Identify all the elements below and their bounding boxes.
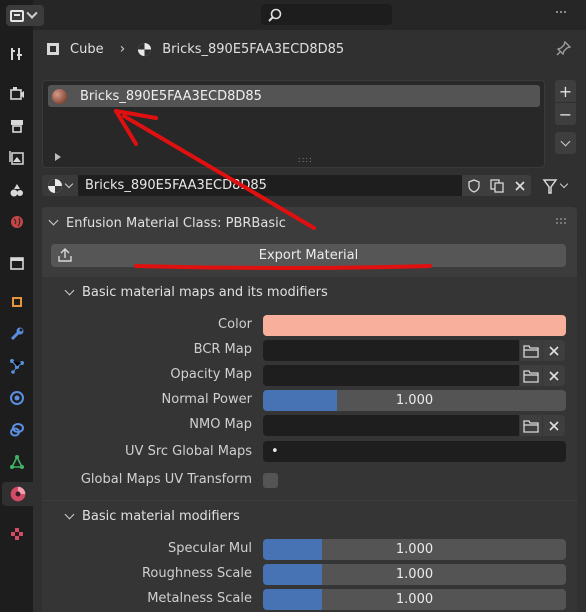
copy-icon xyxy=(489,178,504,193)
normal-power-label: Normal Power xyxy=(161,392,252,407)
search-icon xyxy=(268,8,282,22)
material-slot-item[interactable]: Bricks_890E5FAA3ECD8D85 xyxy=(48,85,540,107)
metalness-scale-label: Metalness Scale xyxy=(147,591,252,606)
panel-header[interactable]: Enfusion Material Class: PBRBasic xyxy=(42,207,577,239)
chevron-down-icon xyxy=(560,136,571,146)
chevron-down-icon xyxy=(64,509,75,520)
unlink-material-button[interactable] xyxy=(508,175,531,196)
roughness-scale-label: Roughness Scale xyxy=(141,566,252,581)
properties-editor-icon xyxy=(10,9,24,22)
normal-power-value: 1.000 xyxy=(395,393,434,408)
specular-mul-value: 1.000 xyxy=(395,542,434,557)
panel-title: Enfusion Material Class: PBRBasic xyxy=(66,215,286,231)
normal-power-slider[interactable]: 1.000 xyxy=(263,390,566,411)
bcr-map-clear-button[interactable] xyxy=(543,340,565,361)
fake-user-button[interactable] xyxy=(462,175,485,196)
close-icon xyxy=(514,180,525,191)
specular-mul-label: Specular Mul xyxy=(167,541,252,556)
remove-slot-button[interactable]: − xyxy=(555,103,576,125)
nmo-map-clear-button[interactable] xyxy=(543,415,565,436)
export-material-label: Export Material xyxy=(258,248,359,263)
opacity-map-label: Opacity Map xyxy=(170,367,252,382)
nmo-map-label: NMO Map xyxy=(189,417,252,432)
maps-subpanel-title: Basic material maps and its modifiers xyxy=(82,284,328,300)
color-label: Color xyxy=(218,317,252,332)
material-icon xyxy=(138,42,152,56)
output-icon[interactable] xyxy=(5,114,29,138)
bcr-map-browse-button[interactable] xyxy=(520,340,542,361)
close-icon xyxy=(549,345,559,356)
material-slot-label: Bricks_890E5FAA3ECD8D85 xyxy=(80,88,262,104)
properties-tab-strip xyxy=(0,0,33,612)
render-icon[interactable] xyxy=(5,82,29,106)
object-icon xyxy=(47,43,59,55)
collection-icon[interactable] xyxy=(5,251,29,275)
metalness-scale-slider[interactable]: 1.000 xyxy=(263,589,566,610)
chevron-down-icon xyxy=(559,179,569,189)
color-swatch[interactable] xyxy=(263,315,566,336)
roughness-scale-slider[interactable]: 1.000 xyxy=(263,564,566,585)
folder-icon xyxy=(523,369,539,383)
add-slot-button[interactable]: + xyxy=(555,80,576,102)
breadcrumb-separator-icon: › xyxy=(119,41,126,57)
maps-subpanel-header[interactable]: Basic material maps and its modifiers xyxy=(42,277,577,307)
list-filter-expand-icon[interactable] xyxy=(55,153,61,161)
chevron-down-icon xyxy=(48,215,59,226)
chevron-down-icon xyxy=(26,7,38,19)
modifiers-subpanel-title: Basic material modifiers xyxy=(82,508,240,524)
bcr-map-field[interactable] xyxy=(263,340,519,361)
opacity-map-clear-button[interactable] xyxy=(543,365,565,386)
view-layer-icon[interactable] xyxy=(5,146,29,170)
opacity-map-browse-button[interactable] xyxy=(520,365,542,386)
node-socket-icon xyxy=(542,178,558,194)
browse-material-button[interactable] xyxy=(42,175,78,196)
uv-src-field[interactable]: • xyxy=(263,441,566,462)
node-link-button[interactable] xyxy=(541,175,577,196)
roughness-scale-value: 1.000 xyxy=(395,567,434,582)
uv-src-label: UV Src Global Maps xyxy=(125,444,252,459)
modifiers-subpanel-header[interactable]: Basic material modifiers xyxy=(42,501,577,531)
pin-icon[interactable] xyxy=(556,40,572,59)
chevron-down-icon xyxy=(64,285,75,296)
folder-icon xyxy=(523,419,539,433)
header-options-icon[interactable] xyxy=(556,11,566,13)
specular-mul-slider[interactable]: 1.000 xyxy=(263,539,566,560)
shield-icon xyxy=(467,178,480,193)
nmo-map-field[interactable] xyxy=(263,415,519,436)
nmo-map-browse-button[interactable] xyxy=(520,415,542,436)
export-material-button[interactable]: Export Material xyxy=(51,244,566,267)
global-uv-label: Global Maps UV Transform xyxy=(80,472,252,487)
material-slot-list[interactable]: Bricks_890E5FAA3ECD8D85 :::: xyxy=(42,80,545,168)
list-resize-grip-icon[interactable]: :::: xyxy=(298,155,313,164)
editor-type-button[interactable] xyxy=(6,5,44,26)
duplicate-material-button[interactable] xyxy=(485,175,508,196)
folder-icon xyxy=(523,344,539,358)
material-preview-icon xyxy=(52,88,67,104)
material-icon xyxy=(48,178,62,193)
global-uv-checkbox[interactable] xyxy=(263,473,278,488)
slot-specials-button[interactable] xyxy=(555,132,576,154)
breadcrumb-material: Bricks_890E5FAA3ECD8D85 xyxy=(162,41,345,57)
object-icon[interactable] xyxy=(5,290,29,314)
world-icon[interactable] xyxy=(5,210,29,234)
properties-header xyxy=(33,0,586,30)
close-icon xyxy=(549,370,559,381)
breadcrumb: Cube › Bricks_890E5FAA3ECD8D85 xyxy=(46,38,344,60)
panel-drag-handle-icon[interactable] xyxy=(556,218,566,224)
export-icon xyxy=(58,248,72,262)
breadcrumb-object: Cube xyxy=(70,41,104,57)
scene-icon[interactable] xyxy=(5,178,29,202)
opacity-map-field[interactable] xyxy=(263,365,519,386)
search-input[interactable] xyxy=(261,4,392,25)
metalness-scale-value: 1.000 xyxy=(395,592,434,607)
bcr-map-label: BCR Map xyxy=(193,342,252,357)
close-icon xyxy=(549,420,559,431)
tool-icon[interactable] xyxy=(5,42,29,66)
material-name-field[interactable]: Bricks_890E5FAA3ECD8D85 xyxy=(78,175,462,196)
chevron-down-icon xyxy=(64,179,74,189)
